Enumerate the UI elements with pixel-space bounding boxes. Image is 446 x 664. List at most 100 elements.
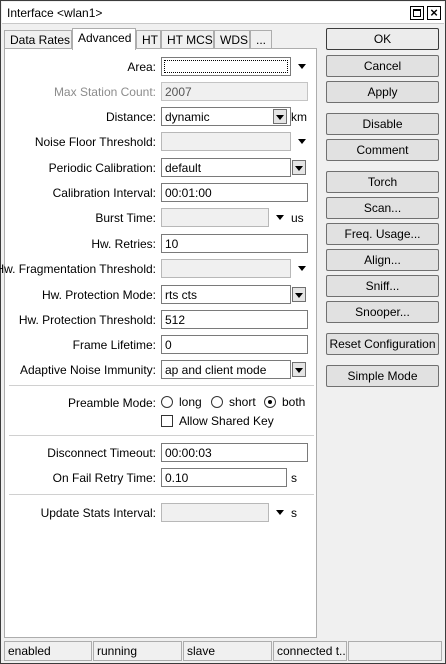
tab-bar: Data Rates Advanced HT HT MCS WDS ... [4, 28, 324, 50]
preamble-mode-row: Preamble Mode: long short both [5, 393, 318, 413]
section-divider [9, 435, 314, 436]
ok-button[interactable]: OK [326, 28, 439, 50]
noise-floor-threshold-dropdown-arrow[interactable] [295, 132, 309, 151]
hw-protection-mode-select[interactable]: rts cts [161, 285, 291, 304]
area-dropdown-arrow[interactable] [295, 57, 309, 76]
title-bar[interactable]: Interface <wlan1> × [2, 2, 444, 24]
radio-on-icon [264, 396, 276, 408]
section-divider [9, 494, 314, 495]
hw-protection-mode-label: Hw. Protection Mode: [41, 288, 156, 302]
freq-usage-button[interactable]: Freq. Usage... [326, 223, 439, 245]
calibration-interval-input[interactable]: 00:01:00 [161, 183, 308, 202]
on-fail-retry-time-label: On Fail Retry Time: [52, 471, 156, 485]
burst-time-dropdown-arrow[interactable] [273, 208, 287, 227]
adaptive-noise-immunity-select[interactable]: ap and client mode [161, 360, 291, 379]
periodic-calibration-select[interactable]: default [161, 158, 291, 177]
checkbox-unchecked-icon [161, 415, 173, 427]
radio-off-icon [161, 396, 173, 408]
distance-unit: km [291, 110, 307, 124]
disable-button[interactable]: Disable [326, 113, 439, 135]
restore-window-button[interactable] [410, 6, 424, 20]
update-stats-interval-unit: s [291, 506, 297, 520]
periodic-calibration-dropdown-button[interactable] [292, 160, 306, 175]
on-fail-retry-time-row: On Fail Retry Time: 0.10 s [5, 468, 318, 488]
preamble-mode-short-label: short [229, 395, 256, 409]
on-fail-retry-time-unit: s [291, 471, 297, 485]
allow-shared-key-row: Allow Shared Key [5, 412, 318, 432]
frame-lifetime-input[interactable]: 0 [161, 335, 308, 354]
align-button[interactable]: Align... [326, 249, 439, 271]
max-station-count-row: Max Station Count: 2007 [5, 82, 318, 102]
hw-protection-threshold-label: Hw. Protection Threshold: [18, 313, 156, 327]
sniff-button[interactable]: Sniff... [326, 275, 439, 297]
hw-retries-input[interactable]: 10 [161, 234, 308, 253]
max-station-count-value: 2007 [161, 82, 308, 101]
preamble-mode-both-label: both [282, 395, 306, 409]
update-stats-interval-input[interactable] [161, 503, 269, 522]
interface-window: Interface <wlan1> × Data Rates Advanced … [0, 0, 446, 664]
close-window-button[interactable]: × [427, 5, 441, 20]
status-running: running [93, 641, 182, 661]
noise-floor-threshold-input[interactable] [161, 132, 291, 151]
calibration-interval-row: Calibration Interval: 00:01:00 [5, 183, 318, 203]
area-row: Area: [5, 57, 318, 77]
reset-configuration-button[interactable]: Reset Configuration [326, 333, 439, 355]
update-stats-interval-dropdown-arrow[interactable] [273, 503, 287, 522]
tab-data-rates[interactable]: Data Rates [4, 30, 72, 49]
scan-button[interactable]: Scan... [326, 197, 439, 219]
hw-fragmentation-threshold-row: Hw. Fragmentation Threshold: [0, 259, 318, 279]
tab-more[interactable]: ... [250, 30, 272, 49]
noise-floor-threshold-row: Noise Floor Threshold: [5, 132, 318, 152]
tab-ht[interactable]: HT [136, 30, 161, 49]
distance-label: Distance: [105, 110, 156, 124]
window-title: Interface <wlan1> [7, 6, 103, 20]
area-input[interactable] [161, 57, 291, 76]
calibration-interval-label: Calibration Interval: [52, 186, 156, 200]
close-icon: × [430, 5, 438, 20]
frame-lifetime-label: Frame Lifetime: [72, 338, 156, 352]
cancel-button[interactable]: Cancel [326, 55, 439, 77]
tab-wds[interactable]: WDS [214, 30, 250, 49]
snooper-button[interactable]: Snooper... [326, 301, 439, 323]
chevron-down-icon [276, 115, 284, 120]
periodic-calibration-row: Periodic Calibration: default [5, 158, 318, 178]
disconnect-timeout-input[interactable]: 00:00:03 [161, 443, 308, 462]
chevron-down-icon [295, 293, 303, 298]
torch-button[interactable]: Torch [326, 171, 439, 193]
hw-fragmentation-threshold-input[interactable] [161, 259, 291, 278]
tab-advanced[interactable]: Advanced [72, 28, 136, 50]
adaptive-noise-immunity-dropdown-button[interactable] [292, 362, 306, 377]
chevron-down-icon [276, 215, 284, 220]
allow-shared-key-label: Allow Shared Key [179, 414, 274, 428]
restore-icon [413, 9, 421, 17]
on-fail-retry-time-input[interactable]: 0.10 [161, 468, 287, 487]
hw-protection-mode-row: Hw. Protection Mode: rts cts [5, 285, 318, 305]
hw-protection-mode-dropdown-button[interactable] [292, 287, 306, 302]
burst-time-unit: us [291, 211, 304, 225]
noise-floor-threshold-label: Noise Floor Threshold: [34, 135, 156, 149]
simple-mode-button[interactable]: Simple Mode [326, 365, 439, 387]
preamble-mode-long-label: long [179, 395, 202, 409]
burst-time-label: Burst Time: [95, 211, 156, 225]
hw-protection-threshold-row: Hw. Protection Threshold: 512 [5, 310, 318, 330]
comment-button[interactable]: Comment [326, 139, 439, 161]
hw-fragmentation-threshold-label: Hw. Fragmentation Threshold: [0, 262, 156, 276]
adaptive-noise-immunity-label: Adaptive Noise Immunity: [19, 363, 156, 377]
chevron-down-icon [298, 266, 306, 271]
burst-time-input[interactable] [161, 208, 269, 227]
distance-input[interactable]: dynamic [161, 107, 291, 126]
apply-button[interactable]: Apply [326, 81, 439, 103]
status-slave: slave [183, 641, 272, 661]
distance-row: Distance: dynamic km [5, 107, 318, 127]
tab-ht-mcs[interactable]: HT MCS [161, 30, 214, 49]
chevron-down-icon [276, 510, 284, 515]
distance-dropdown-button[interactable] [273, 109, 287, 124]
hw-fragmentation-threshold-dropdown-arrow[interactable] [295, 259, 309, 278]
chevron-down-icon [295, 368, 303, 373]
update-stats-interval-label: Update Stats Interval: [40, 506, 156, 520]
status-bar: enabled running slave connected t... [4, 641, 444, 661]
hw-protection-threshold-input[interactable]: 512 [161, 310, 308, 329]
hw-retries-label: Hw. Retries: [91, 237, 156, 251]
status-connected: connected t... [273, 641, 347, 661]
section-divider [9, 385, 314, 386]
